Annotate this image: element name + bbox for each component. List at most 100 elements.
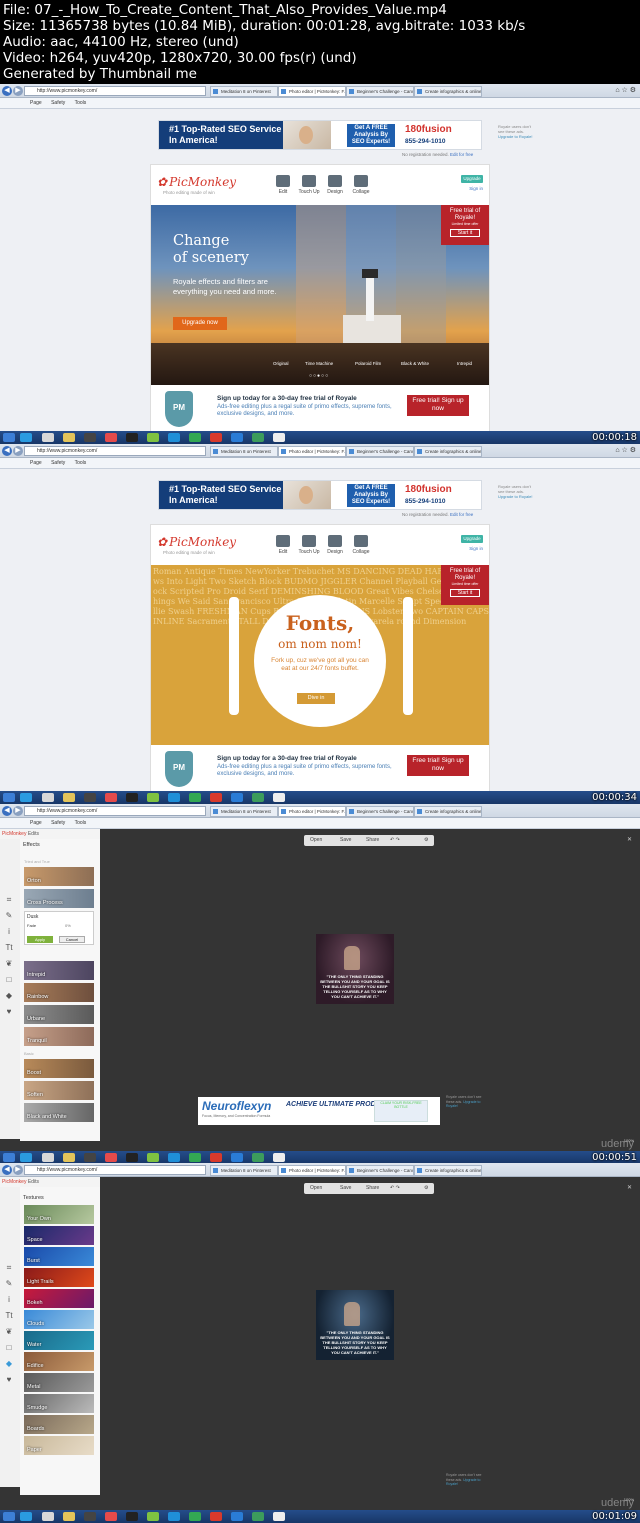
folder-icon[interactable] bbox=[63, 793, 75, 802]
crop-icon[interactable]: ⌗ bbox=[3, 895, 15, 905]
cmd-safety[interactable]: Safety bbox=[51, 820, 65, 826]
app-icon[interactable] bbox=[105, 793, 117, 802]
picmonkey-logo[interactable]: PicMonkey bbox=[157, 535, 236, 549]
media-icon[interactable] bbox=[84, 1512, 96, 1521]
wand-icon[interactable]: ✎ bbox=[3, 911, 15, 921]
app-icon[interactable] bbox=[210, 1153, 222, 1162]
close-icon[interactable]: ✕ bbox=[627, 1184, 632, 1191]
effect-boost[interactable]: Boost bbox=[24, 1059, 94, 1078]
tab-canva[interactable]: Beginner's Challenge - Canva bbox=[346, 446, 414, 457]
free-trial-badge[interactable]: Free trial of Royale! Limited time offer S… bbox=[441, 205, 489, 245]
cmd-page[interactable]: Page bbox=[30, 460, 42, 466]
app-icon[interactable] bbox=[147, 1153, 159, 1162]
open-button[interactable]: Open bbox=[310, 1183, 322, 1194]
tab-picmonkey[interactable]: Photo editor | PicMonkey: F... bbox=[278, 446, 346, 457]
texture-light-trails[interactable]: Light Trails bbox=[24, 1268, 94, 1287]
window-controls[interactable]: ⌂ ☆ ⚙ bbox=[615, 446, 636, 454]
effect-rainbow[interactable]: Rainbow bbox=[24, 983, 94, 1002]
undo-icon[interactable]: ↶ ↷ bbox=[390, 1183, 400, 1194]
upgrade-now-button[interactable]: Upgrade now bbox=[173, 317, 227, 330]
folder-icon[interactable] bbox=[63, 433, 75, 442]
upgrade-royale-link[interactable]: Upgrade to Royale! bbox=[498, 134, 532, 139]
app-icon[interactable] bbox=[105, 1153, 117, 1162]
app-icon[interactable] bbox=[273, 793, 285, 802]
neuroflexyn-ad[interactable]: Neuroflexyn Focus, Memory, and Concentra… bbox=[198, 1097, 440, 1125]
cmd-safety[interactable]: Safety bbox=[51, 460, 65, 466]
upgrade-button[interactable]: Upgrade bbox=[461, 535, 483, 543]
effect-orton[interactable]: Orton bbox=[24, 867, 94, 886]
tab-picmonkey[interactable]: Photo editor | PicMonkey: F... bbox=[278, 86, 346, 97]
texture-burst[interactable]: Burst bbox=[24, 1247, 94, 1266]
amazon-icon[interactable] bbox=[126, 1153, 138, 1162]
home-icon[interactable] bbox=[42, 1153, 54, 1162]
cmd-safety[interactable]: Safety bbox=[51, 100, 65, 106]
cmd-tools[interactable]: Tools bbox=[75, 820, 87, 826]
editor-logo[interactable]: PicMonkey bbox=[2, 1179, 26, 1185]
texture-water[interactable]: Water bbox=[24, 1331, 94, 1350]
tab-pinterest[interactable]: Meditation 8 on Pinterest bbox=[210, 86, 278, 97]
share-button[interactable]: Share bbox=[366, 835, 379, 846]
tab-infographics[interactable]: Create infographics & online c... bbox=[414, 806, 482, 817]
app-icon[interactable] bbox=[252, 793, 264, 802]
frame-icon[interactable]: □ bbox=[3, 1343, 15, 1353]
ad-cta-button[interactable]: Get A FREE Analysis By SEO Experts! bbox=[347, 124, 395, 147]
tab-canva[interactable]: Beginner's Challenge - Canva bbox=[346, 1165, 414, 1176]
close-icon[interactable]: ✕ bbox=[627, 836, 632, 843]
tab-canva[interactable]: Beginner's Challenge - Canva bbox=[346, 806, 414, 817]
app-icon[interactable] bbox=[147, 1512, 159, 1521]
touchup-icon[interactable]: i bbox=[3, 927, 15, 937]
tab-infographics[interactable]: Create infographics & online c... bbox=[414, 86, 482, 97]
texture-edifice[interactable]: Edifice bbox=[24, 1352, 94, 1371]
touchup-icon[interactable]: i bbox=[3, 1295, 15, 1305]
forward-icon[interactable]: ▶ bbox=[13, 446, 23, 456]
back-icon[interactable]: ◀ bbox=[2, 86, 12, 96]
forward-icon[interactable]: ▶ bbox=[13, 806, 23, 816]
nav-touch-up[interactable]: Touch Up bbox=[298, 535, 320, 555]
forward-icon[interactable]: ▶ bbox=[13, 86, 23, 96]
texture-your-own[interactable]: Your Own bbox=[24, 1205, 94, 1224]
nav-edit[interactable]: Edit bbox=[272, 175, 294, 195]
nav-collage[interactable]: Collage bbox=[350, 535, 372, 555]
texture-boards[interactable]: Boards bbox=[24, 1415, 94, 1434]
home-icon[interactable] bbox=[42, 433, 54, 442]
effect-black-and-white[interactable]: Black and White bbox=[24, 1103, 94, 1122]
effect-soften[interactable]: Soften bbox=[24, 1081, 94, 1100]
folder-icon[interactable] bbox=[63, 1153, 75, 1162]
app-icon[interactable] bbox=[189, 1512, 201, 1521]
texture-icon[interactable]: ◆ bbox=[3, 991, 15, 1001]
ie-icon[interactable] bbox=[20, 793, 32, 802]
settings-icon[interactable]: ⚙ bbox=[424, 835, 428, 846]
amazon-icon[interactable] bbox=[126, 433, 138, 442]
app-icon[interactable] bbox=[252, 433, 264, 442]
home-icon[interactable] bbox=[42, 1512, 54, 1521]
edit-free-link[interactable]: Edit for free bbox=[450, 512, 473, 517]
carousel-dots[interactable]: ○○●○○ bbox=[309, 373, 329, 379]
cmd-tools[interactable]: Tools bbox=[75, 460, 87, 466]
ie-icon[interactable] bbox=[231, 1153, 243, 1162]
crop-icon[interactable]: ⌗ bbox=[3, 1263, 15, 1273]
upgrade-royale-link[interactable]: Upgrade to Royale! bbox=[498, 494, 532, 499]
tab-pinterest[interactable]: Meditation 8 on Pinterest bbox=[210, 806, 278, 817]
amazon-icon[interactable] bbox=[126, 1512, 138, 1521]
texture-icon[interactable]: ◆ bbox=[3, 1359, 15, 1369]
url-input[interactable]: http://www.picmonkey.com/ bbox=[24, 806, 206, 816]
ie-icon[interactable] bbox=[20, 1512, 32, 1521]
photo-canvas[interactable]: "THE ONLY THING STANDING BETWEEN YOU AND… bbox=[316, 1290, 394, 1360]
save-button[interactable]: Save bbox=[340, 1183, 351, 1194]
ie-icon[interactable] bbox=[20, 433, 32, 442]
url-input[interactable]: http://www.picmonkey.com/ bbox=[24, 446, 206, 456]
effect-urbane[interactable]: Urbane bbox=[24, 1005, 94, 1024]
app-icon[interactable] bbox=[168, 433, 180, 442]
texture-space[interactable]: Space bbox=[24, 1226, 94, 1245]
tab-canva[interactable]: Beginner's Challenge - Canva bbox=[346, 86, 414, 97]
effect-intrepid[interactable]: Intrepid bbox=[24, 961, 94, 980]
start-icon[interactable] bbox=[3, 1512, 15, 1521]
seo-ad-banner[interactable]: #1 Top-Rated SEO Service In America! Get… bbox=[158, 120, 482, 150]
nav-design[interactable]: Design bbox=[324, 175, 346, 195]
texture-smudge[interactable]: Smudge bbox=[24, 1394, 94, 1413]
ie-icon[interactable] bbox=[231, 793, 243, 802]
app-icon[interactable] bbox=[273, 1512, 285, 1521]
ad-claim-button[interactable]: CLAIM YOUR RISK-FREE BOTTLE bbox=[374, 1100, 428, 1122]
effect-cross-process[interactable]: Cross Process bbox=[24, 889, 94, 908]
back-icon[interactable]: ◀ bbox=[2, 1165, 12, 1175]
